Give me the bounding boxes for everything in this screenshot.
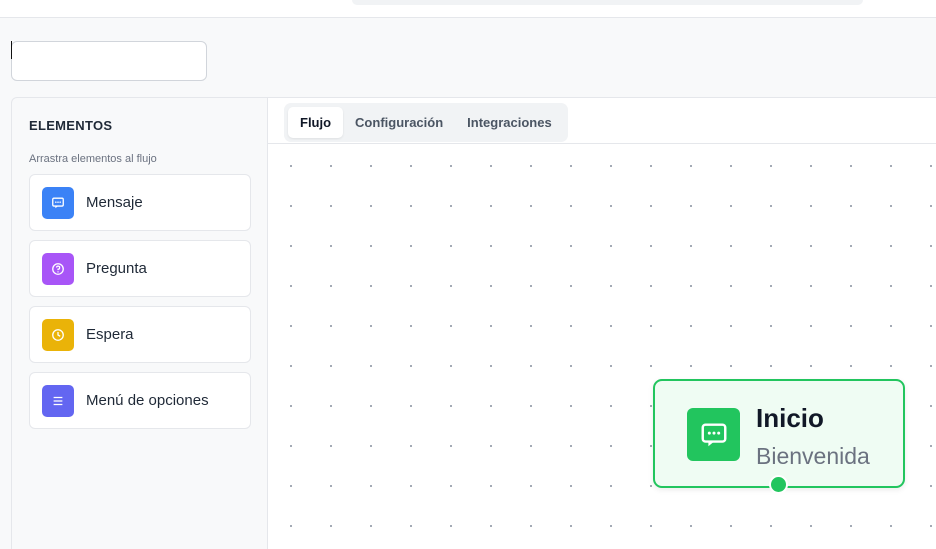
element-label: Pregunta [86,260,147,277]
top-bar [0,0,936,18]
start-node[interactable]: Inicio Bienvenida [653,379,905,494]
flow-editor: Flujo Configuración Integraciones Inicio… [268,97,936,549]
text-caret [11,41,12,59]
node-subtitle: Bienvenida [756,443,870,469]
element-espera[interactable]: Espera [29,306,251,363]
message-icon [687,408,740,461]
tab-configuracion[interactable]: Configuración [343,107,455,138]
sidebar-title: ELEMENTOS [29,118,113,133]
top-search-bar[interactable] [352,0,863,5]
list-icon [42,384,74,417]
tabs-bar: Flujo Configuración Integraciones [268,98,936,144]
element-mensaje[interactable]: Mensaje [29,174,251,231]
sidebar-hint: Arrastra elementos al flujo [29,153,157,165]
element-label: Espera [86,326,134,343]
tab-flujo[interactable]: Flujo [288,107,344,138]
elements-sidebar: ELEMENTOS Arrastra elementos al flujo Me… [11,97,268,549]
tab-integraciones[interactable]: Integraciones [455,107,564,138]
message-icon [42,186,74,219]
node-title: Inicio [756,403,824,433]
flow-canvas[interactable]: Inicio Bienvenida [268,144,936,549]
element-menu-opciones[interactable]: Menú de opciones [29,372,251,429]
node-output-handle[interactable] [769,475,788,494]
element-label: Menú de opciones [86,392,209,409]
element-label: Mensaje [86,194,143,211]
flow-name-input[interactable] [11,41,207,81]
clock-icon [42,318,74,351]
question-icon [42,252,74,285]
tab-list: Flujo Configuración Integraciones [284,103,568,142]
element-pregunta[interactable]: Pregunta [29,240,251,297]
